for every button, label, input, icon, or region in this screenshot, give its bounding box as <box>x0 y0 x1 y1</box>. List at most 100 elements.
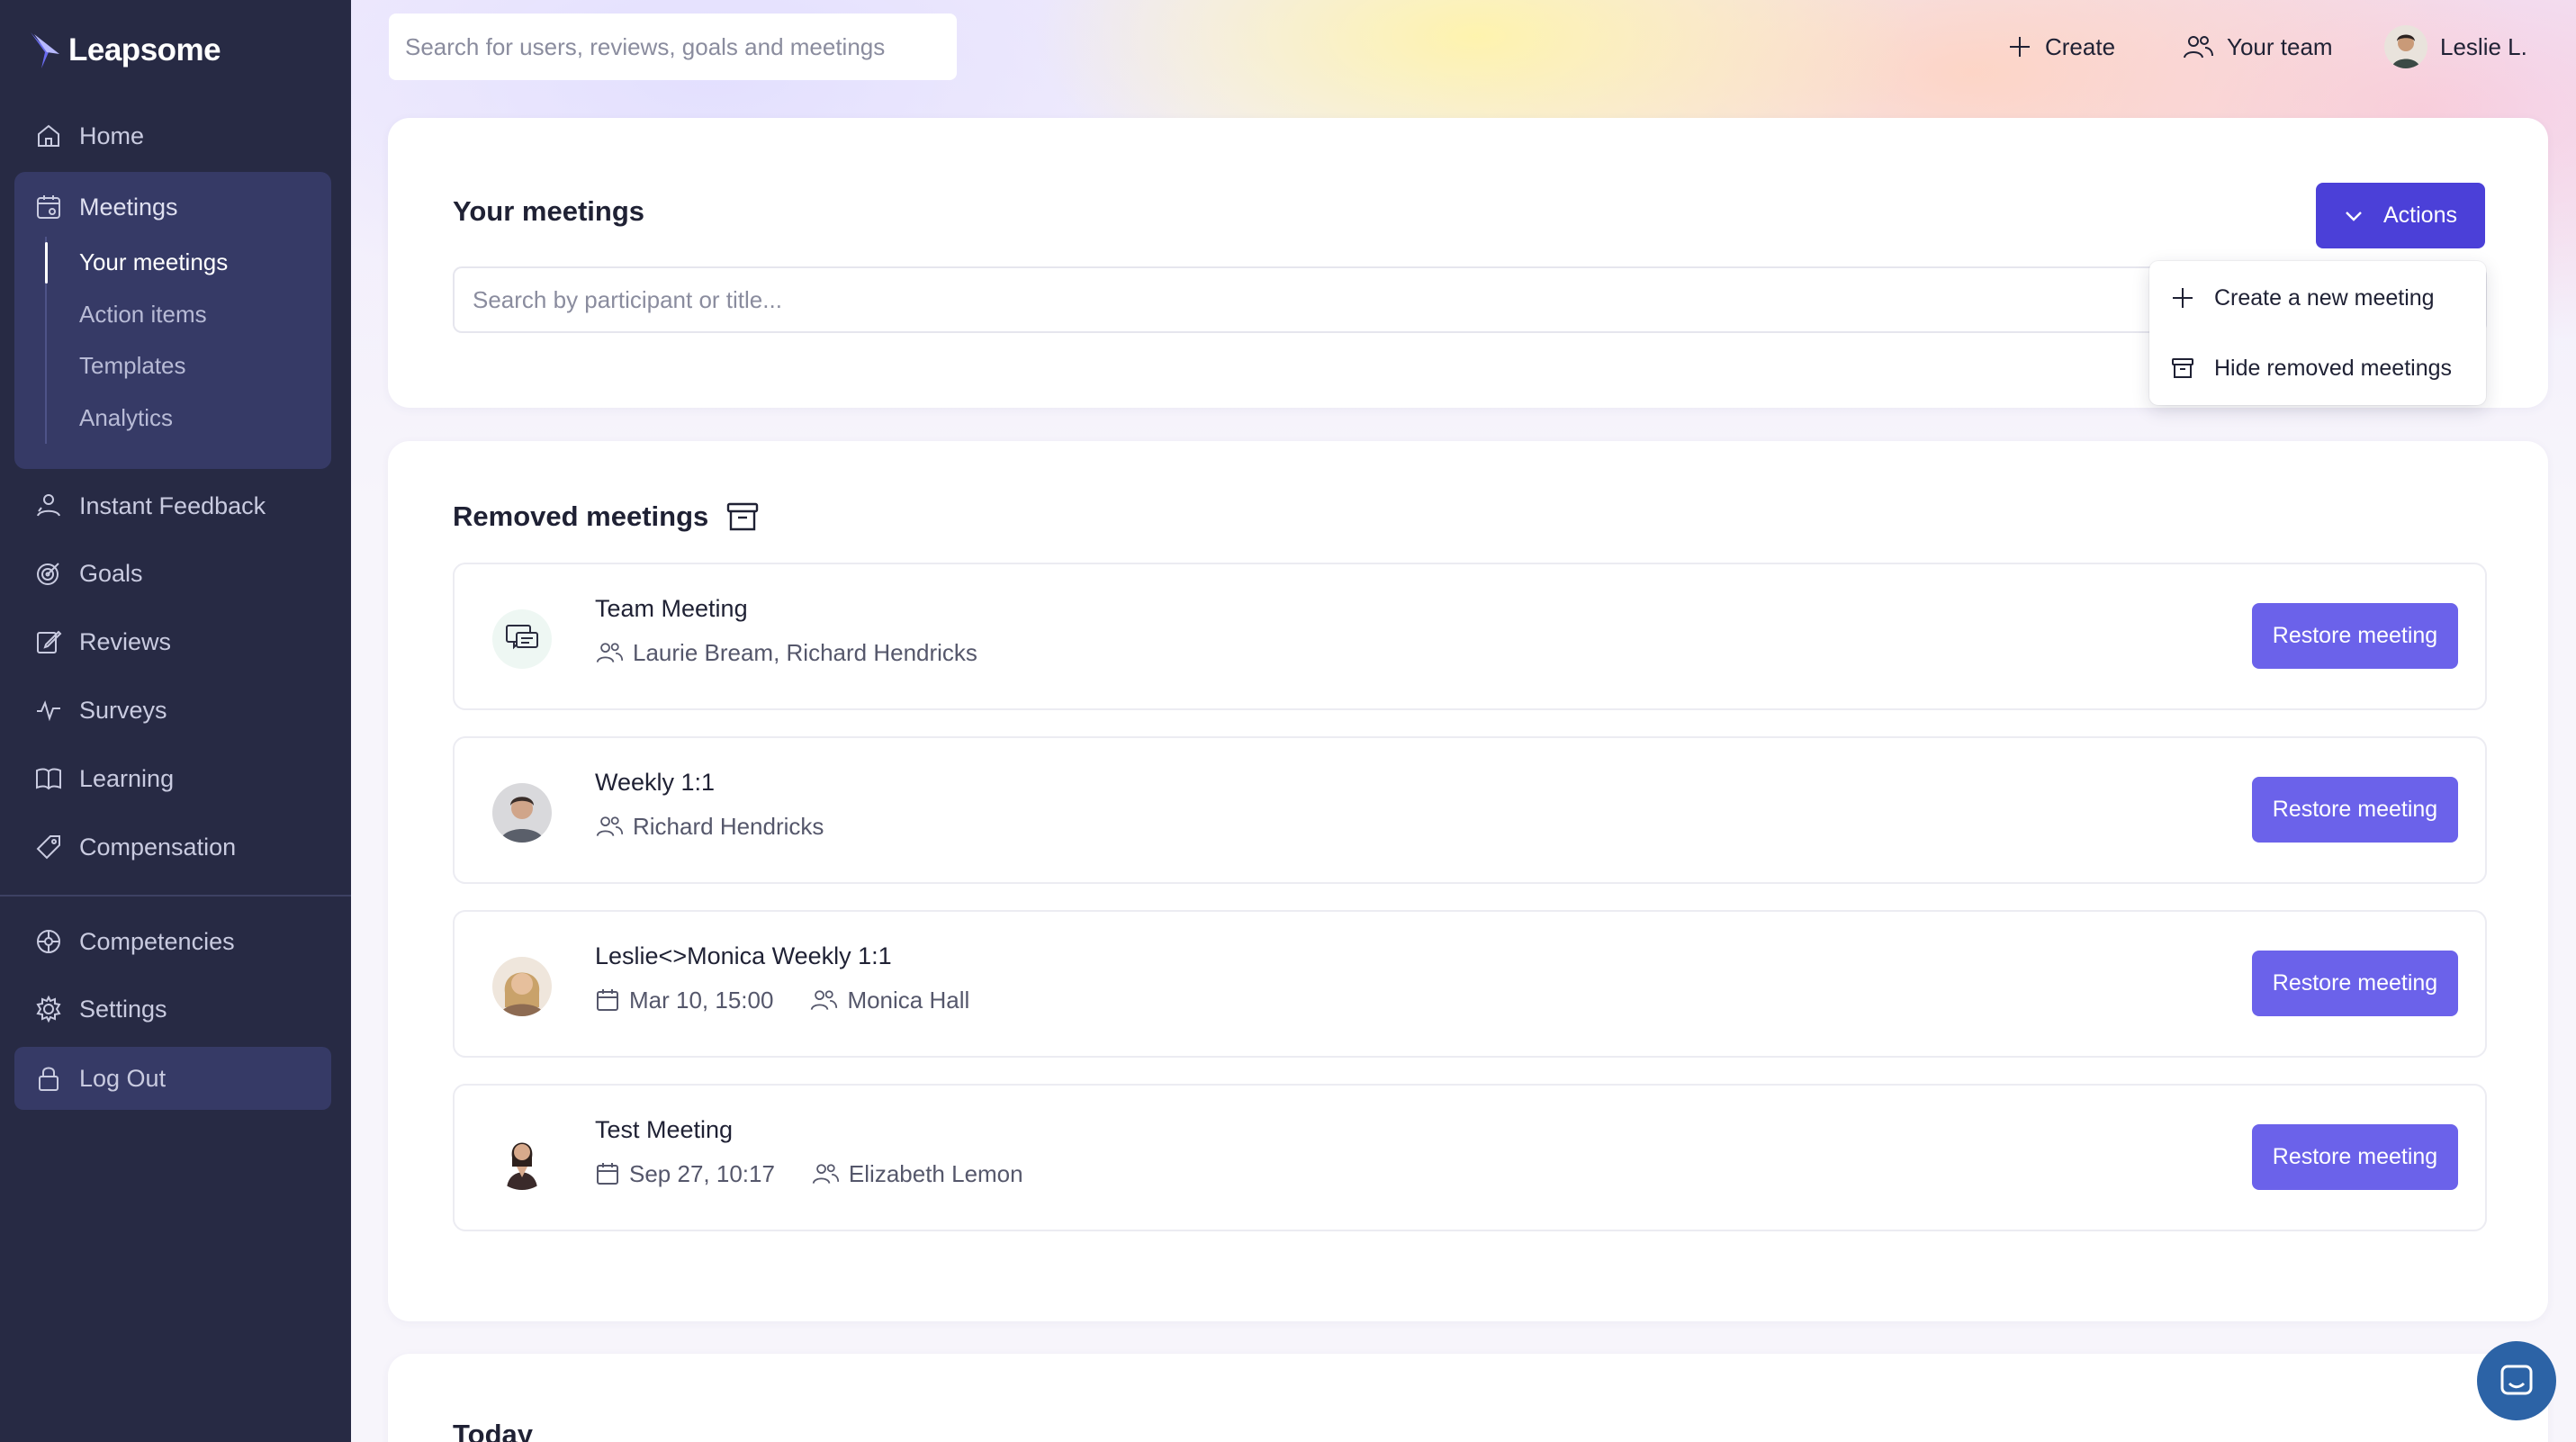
meetings-icon <box>37 195 60 219</box>
meeting-row[interactable]: Team Meeting Laurie Bream, Richard Hendr… <box>453 563 2487 710</box>
sidebar-item-label: Home <box>79 122 145 149</box>
support-chat-button[interactable] <box>2477 1341 2556 1420</box>
home-icon <box>38 124 59 147</box>
brand-name: Leapsome <box>68 32 221 68</box>
chevron-down-icon <box>2346 211 2362 221</box>
goals-icon <box>37 563 59 585</box>
sidebar-item-goals[interactable]: Goals <box>14 544 331 603</box>
brand-logo[interactable]: Leapsome <box>29 29 221 72</box>
restore-meeting-button[interactable]: Restore meeting <box>2252 603 2458 669</box>
sidebar-item-home[interactable]: Home <box>14 106 331 166</box>
your-team-label: Your team <box>2227 32 2333 60</box>
subnav-action-items[interactable]: Action items <box>47 289 315 341</box>
meeting-meta: Laurie Bream, Richard Hendricks <box>595 636 977 669</box>
surveys-icon <box>37 700 60 722</box>
meeting-row[interactable]: Test Meeting Sep 27, 10:17 Elizabeth Lem… <box>453 1084 2487 1231</box>
user-name: Leslie L. <box>2440 32 2527 60</box>
team-chat-icon <box>492 609 552 669</box>
participants-icon <box>812 1164 840 1184</box>
meeting-title: Test Meeting <box>595 1116 734 1143</box>
sidebar-item-label: Settings <box>79 995 167 1023</box>
actions-label: Actions <box>2383 203 2457 228</box>
global-search-input[interactable] <box>389 14 957 80</box>
sidebar-item-competencies[interactable]: Competencies <box>14 912 331 971</box>
sidebar-item-surveys[interactable]: Surveys <box>14 680 331 740</box>
avatar <box>2384 25 2427 68</box>
section-title: Today <box>453 1419 533 1442</box>
calendar-icon <box>597 1163 618 1185</box>
sidebar-item-learning[interactable]: Learning <box>14 749 331 808</box>
archive-icon <box>2172 358 2193 378</box>
section-title: Removed meetings <box>453 500 709 532</box>
subnav-analytics[interactable]: Analytics <box>47 392 315 445</box>
participants-icon <box>596 643 624 662</box>
settings-icon <box>36 995 61 1023</box>
user-menu[interactable]: Leslie L. <box>2384 18 2527 76</box>
sidebar-divider <box>0 895 351 897</box>
sidebar-item-label: Instant Feedback <box>79 491 266 519</box>
menu-item-create-meeting[interactable]: Create a new meeting <box>2149 263 2486 333</box>
restore-meeting-button[interactable]: Restore meeting <box>2252 951 2458 1016</box>
restore-meeting-button[interactable]: Restore meeting <box>2252 1124 2458 1190</box>
meeting-row[interactable]: Leslie<>Monica Weekly 1:1 Mar 10, 15:00 … <box>453 910 2487 1058</box>
compensation-icon <box>36 835 60 860</box>
chat-icon <box>2500 1365 2533 1395</box>
sidebar-item-meetings[interactable]: Meetings <box>14 177 331 237</box>
sidebar-item-compensation[interactable]: Compensation <box>14 817 331 877</box>
sidebar: Leapsome Home Meetings Your meetings Act… <box>0 0 351 1442</box>
archive-icon <box>727 502 759 531</box>
meeting-meta: Richard Hendricks <box>595 810 824 843</box>
meeting-meta: Sep 27, 10:17 Elizabeth Lemon <box>595 1158 1023 1190</box>
meeting-participants: Richard Hendricks <box>633 812 824 840</box>
man-avatar <box>492 783 552 843</box>
sidebar-item-label: Competencies <box>79 927 235 955</box>
create-button[interactable]: Create <box>2007 18 2115 76</box>
meeting-date: Mar 10, 15:00 <box>629 986 774 1014</box>
restore-meeting-button[interactable]: Restore meeting <box>2252 777 2458 843</box>
participants-icon <box>596 816 624 836</box>
sidebar-item-instant-feedback[interactable]: Instant Feedback <box>14 476 331 536</box>
participants-icon <box>811 990 838 1010</box>
meeting-participants: Laurie Bream, Richard Hendricks <box>633 638 977 666</box>
sidebar-item-label: Log Out <box>79 1064 167 1092</box>
sidebar-item-label: Goals <box>79 559 143 587</box>
page-title: Your meetings <box>453 195 645 227</box>
plus-icon <box>2173 288 2193 308</box>
blonde-woman-avatar <box>492 957 552 1016</box>
competencies-icon <box>37 930 60 953</box>
sidebar-item-reviews[interactable]: Reviews <box>14 612 331 671</box>
sidebar-item-logout[interactable]: Log Out <box>14 1047 331 1110</box>
learning-icon <box>36 768 61 790</box>
removed-meetings-card: Removed meetings Team Meeting Laurie Bre… <box>388 441 2548 1321</box>
sidebar-item-label: Compensation <box>79 833 237 861</box>
reviews-icon <box>37 630 62 653</box>
meeting-row[interactable]: Weekly 1:1 Richard Hendricks Restore mee… <box>453 736 2487 884</box>
meeting-date: Sep 27, 10:17 <box>629 1159 775 1187</box>
calendar-icon <box>597 989 618 1011</box>
meeting-participants: Elizabeth Lemon <box>848 1159 1023 1187</box>
menu-item-hide-removed[interactable]: Hide removed meetings <box>2149 333 2486 403</box>
meetings-subnav: Your meetings Action items Templates Ana… <box>45 237 315 444</box>
leapsome-logo-icon <box>31 32 59 68</box>
meeting-title: Team Meeting <box>595 595 748 622</box>
actions-dropdown-menu: Create a new meeting Hide removed meetin… <box>2149 261 2486 405</box>
dark-hair-woman-avatar <box>492 1131 552 1190</box>
menu-item-label: Create a new meeting <box>2214 284 2435 311</box>
sidebar-item-label: Meetings <box>79 193 178 221</box>
create-label: Create <box>2045 32 2116 60</box>
menu-item-label: Hide removed meetings <box>2214 355 2453 381</box>
sidebar-item-label: Reviews <box>79 627 172 655</box>
subnav-your-meetings[interactable]: Your meetings <box>45 237 315 289</box>
actions-button[interactable]: Actions <box>2316 183 2485 248</box>
your-team-button[interactable]: Your team <box>2182 18 2333 76</box>
feedback-icon <box>37 494 60 517</box>
sidebar-item-label: Learning <box>79 764 175 792</box>
today-card: Today <box>388 1354 2548 1442</box>
meeting-meta: Mar 10, 15:00 Monica Hall <box>595 984 969 1016</box>
sidebar-item-settings[interactable]: Settings <box>14 979 331 1039</box>
subnav-templates[interactable]: Templates <box>47 340 315 392</box>
meetings-group: Meetings Your meetings Action items Temp… <box>14 172 331 469</box>
meeting-participants: Monica Hall <box>847 986 970 1014</box>
plus-icon <box>2010 37 2030 57</box>
lock-icon <box>39 1067 59 1091</box>
